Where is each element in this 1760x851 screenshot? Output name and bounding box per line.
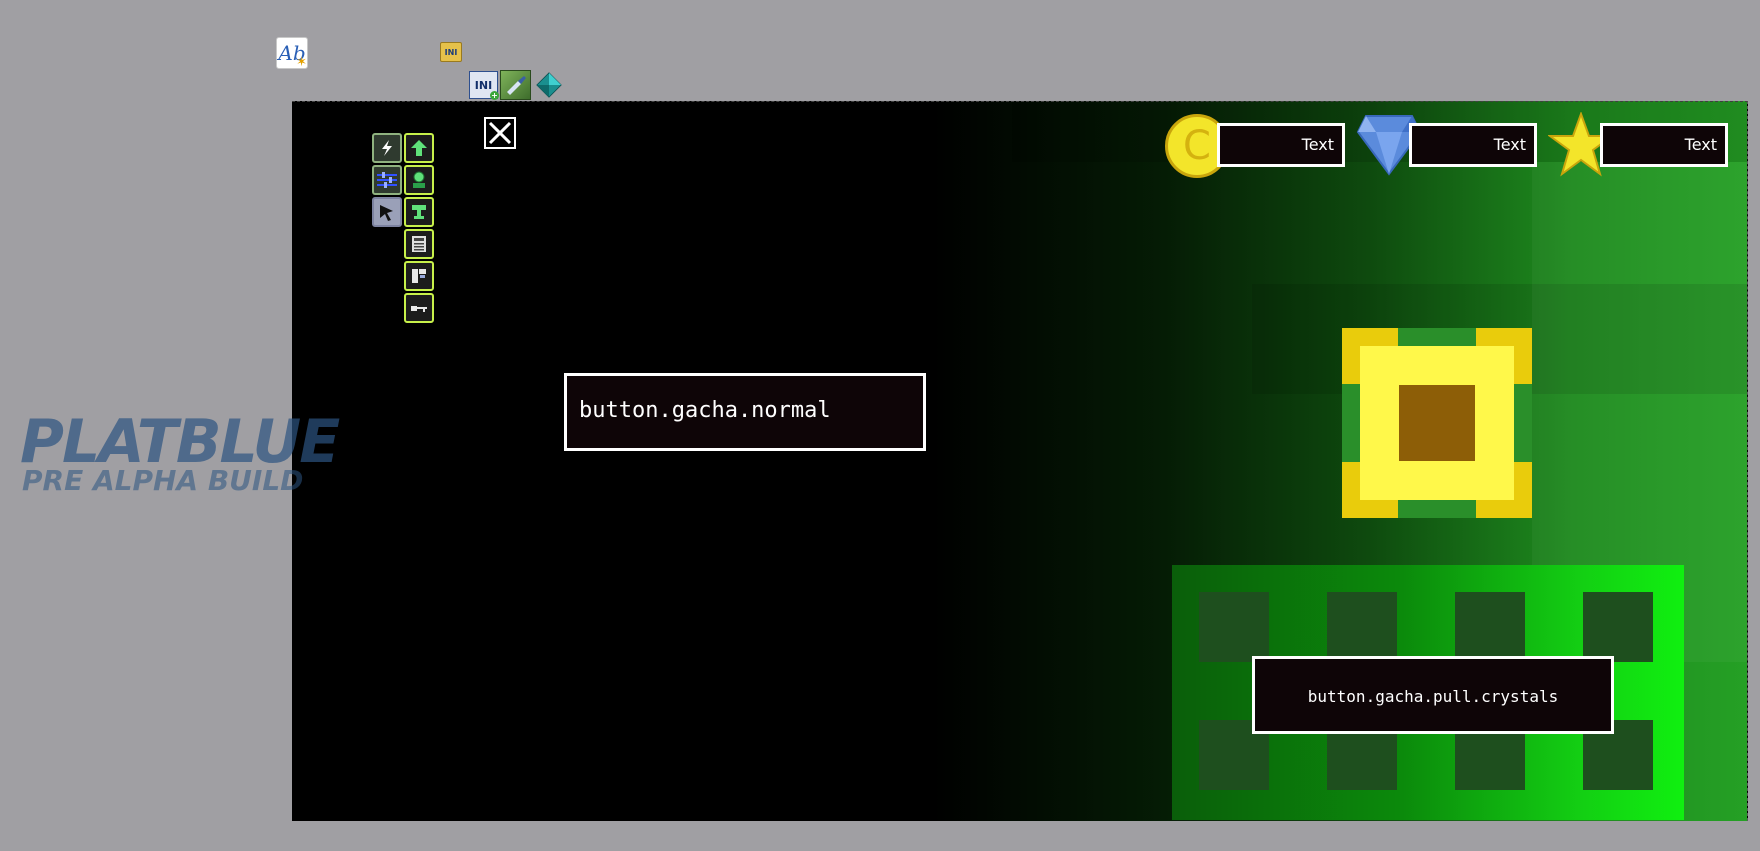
gem-object-icon[interactable]	[536, 72, 562, 98]
gacha-pull-crystals-button[interactable]: button.gacha.pull.crystals	[1252, 656, 1614, 734]
user-icon	[413, 171, 425, 188]
gacha-pull-label: button.gacha.pull.crystals	[1307, 687, 1559, 706]
tool-key[interactable]	[404, 293, 434, 323]
tool-sliders[interactable]	[372, 165, 402, 195]
close-icon	[488, 121, 512, 145]
trophy-icon	[412, 205, 426, 219]
plus-icon: +	[490, 91, 499, 100]
diamond-icon	[536, 72, 562, 98]
watermark-title: PLATBLUE	[20, 407, 340, 477]
star-counter: Text	[1600, 123, 1728, 167]
key-icon	[411, 306, 427, 312]
calculator-icon	[412, 236, 426, 252]
coin-counter-label: Text	[1301, 135, 1334, 154]
gacha-normal-button[interactable]: button.gacha.normal	[564, 373, 926, 451]
signpost-icon	[412, 269, 426, 283]
gem-counter-label: Text	[1493, 135, 1526, 154]
tool-arrow-up[interactable]	[404, 133, 434, 163]
tool-signpost[interactable]	[404, 261, 434, 291]
tool-trophy[interactable]	[404, 197, 434, 227]
coin-symbol: C	[1183, 123, 1211, 169]
ini-object-label: INI	[474, 78, 493, 92]
ini-folder-icon[interactable]: INI	[440, 42, 462, 62]
paint-object-icon[interactable]	[500, 70, 531, 100]
tool-calculator[interactable]	[404, 229, 434, 259]
sliders-icon	[377, 172, 397, 188]
tool-lightning[interactable]	[372, 133, 402, 163]
tool-user[interactable]	[404, 165, 434, 195]
star-counter-label: Text	[1684, 135, 1717, 154]
text-object-icon[interactable]: Ab ✶	[276, 37, 308, 70]
chest-icon	[1342, 328, 1532, 518]
ini-folder-label: INI	[444, 47, 458, 57]
grid-cell	[1327, 592, 1397, 662]
grid-cell	[1199, 592, 1269, 662]
tool-cursor[interactable]	[372, 197, 402, 227]
gacha-normal-label: button.gacha.normal	[579, 398, 831, 423]
brush-icon	[506, 76, 526, 95]
gem-counter: Text	[1409, 123, 1537, 167]
grid-cell	[1455, 592, 1525, 662]
watermark-subtitle: PRE ALPHA BUILD	[22, 464, 304, 497]
close-button[interactable]	[484, 117, 516, 149]
arrow-up-icon	[411, 140, 427, 156]
grid-cell	[1583, 592, 1653, 662]
coin-counter: Text	[1217, 123, 1345, 167]
lightning-icon	[382, 140, 392, 156]
spark-icon: ✶	[296, 55, 307, 70]
cursor-icon	[380, 205, 393, 221]
ini-object-icon[interactable]: INI +	[469, 71, 499, 100]
